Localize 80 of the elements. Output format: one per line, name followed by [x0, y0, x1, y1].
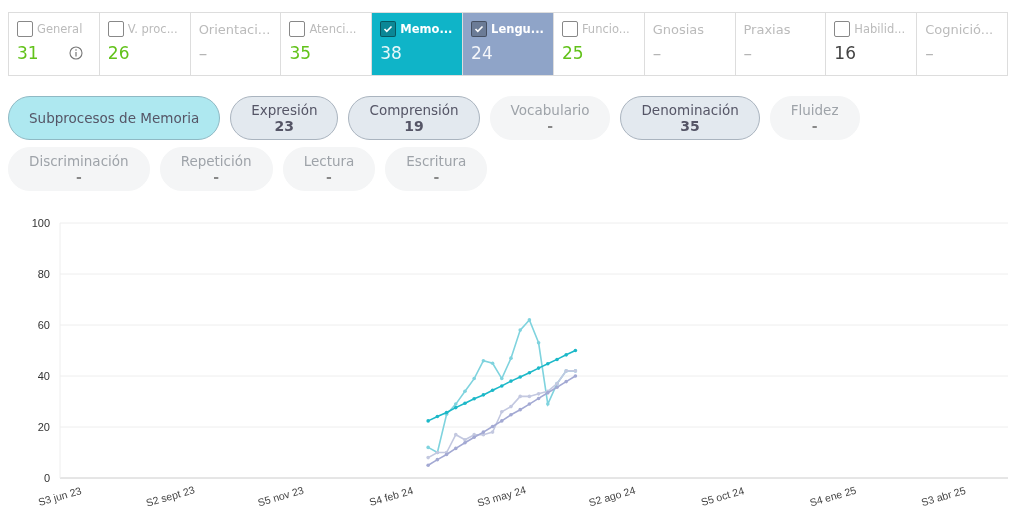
y-tick-label: 60 [37, 319, 50, 331]
pill-score: - [811, 118, 818, 134]
y-tick-label: 0 [43, 472, 50, 484]
domain-tab[interactable]: V. proc... 26 [99, 13, 191, 75]
domain-score: – [652, 43, 662, 63]
domain-score: 16 [834, 43, 856, 63]
pill-label: Subprocesos de Memoria [29, 110, 200, 126]
check-icon [474, 24, 485, 34]
x-tick-label: S3 abr 25 [919, 484, 967, 509]
domain-score: 26 [107, 43, 130, 63]
domain-tab[interactable]: Memo... 38 [372, 13, 464, 75]
domain-tab[interactable]: Gnosias – [644, 13, 736, 75]
pill-label: Lectura [303, 153, 355, 169]
pill-score: - [547, 118, 553, 134]
domain-label: Orientaci... [198, 21, 271, 37]
x-tick-label: S5 oct 24 [699, 484, 746, 508]
domain-label: Memo... [400, 22, 453, 36]
pill-label: Discriminación [29, 153, 129, 169]
x-tick-label: S4 ene 25 [808, 483, 858, 509]
x-tick-label: S2 ago 24 [587, 483, 637, 509]
domain-label: Habilid... [854, 22, 906, 36]
y-tick-label: 100 [31, 217, 50, 229]
checkbox[interactable] [380, 21, 397, 37]
domain-score: 38 [380, 43, 402, 63]
pill-label: Denominación [641, 102, 739, 118]
check-icon [383, 24, 394, 34]
domain-label: V. proc... [127, 22, 178, 36]
domain-score: 25 [561, 43, 584, 63]
pill-label: Repetición [180, 153, 252, 169]
checkbox[interactable] [107, 21, 124, 37]
domain-label: General [37, 22, 83, 36]
domain-score: – [198, 43, 208, 63]
domain-score: 31 [17, 43, 39, 63]
domain-score: – [743, 43, 752, 63]
pill-label: Expresión [251, 102, 318, 118]
domain-score: 24 [471, 43, 493, 63]
checkbox[interactable] [471, 21, 488, 37]
domain-tab[interactable]: Cognició... – [917, 13, 1007, 75]
info-icon[interactable] [68, 46, 83, 60]
pill-label: Escritura [406, 153, 467, 169]
domain-tab[interactable]: Orientaci... – [190, 13, 282, 75]
checkbox[interactable] [834, 21, 851, 37]
pill-label: Vocabulario [510, 102, 590, 118]
x-tick-label: S4 feb 24 [367, 484, 415, 508]
pill-score: 35 [680, 118, 700, 134]
pill-score: - [75, 169, 82, 185]
pill-score: - [326, 169, 332, 185]
domain-score: 35 [289, 43, 312, 63]
y-tick-label: 40 [37, 370, 50, 382]
y-tick-label: 20 [37, 421, 50, 433]
domain-label: Praxias [743, 21, 791, 37]
domain-tab[interactable]: Praxias – [735, 13, 827, 75]
pill-label: Comprensión [369, 102, 459, 118]
domain-tab[interactable]: Funcio... 25 [553, 13, 645, 75]
domain-label: Lengu... [491, 22, 544, 36]
x-tick-label: S5 nov 23 [256, 483, 305, 509]
domain-label: Gnosias [652, 21, 705, 37]
pill-score: 19 [404, 118, 424, 134]
checkbox[interactable] [561, 21, 578, 37]
checkbox[interactable] [17, 21, 33, 37]
pill-score: - [213, 169, 220, 185]
x-tick-label: S3 jun 23 [36, 484, 83, 508]
subprocess-pill[interactable]: Denominación 35 [620, 96, 760, 140]
subprocess-pill[interactable]: Subprocesos de Memoria [8, 96, 221, 140]
subprocess-pill[interactable]: Expresión 23 [230, 96, 339, 140]
x-tick-label: S3 may 24 [475, 483, 528, 509]
pill-label: Fluidez [790, 102, 839, 118]
domain-tab[interactable]: General 31 [9, 13, 100, 75]
domain-tab[interactable]: Habilid... 16 [826, 13, 918, 75]
checkbox[interactable] [289, 21, 306, 37]
domain-label: Atenci... [309, 22, 357, 36]
domain-score: – [925, 43, 934, 63]
subprocess-pill[interactable]: Comprensión 19 [348, 96, 480, 140]
domain-label: Cognició... [925, 21, 994, 37]
pill-score: 23 [274, 118, 295, 134]
domain-tab[interactable]: Lengu... 24 [463, 13, 554, 75]
domain-label: Funcio... [581, 22, 630, 36]
x-tick-label: S2 sept 23 [144, 483, 196, 509]
y-tick-label: 80 [37, 268, 50, 280]
pill-score: - [433, 169, 440, 185]
